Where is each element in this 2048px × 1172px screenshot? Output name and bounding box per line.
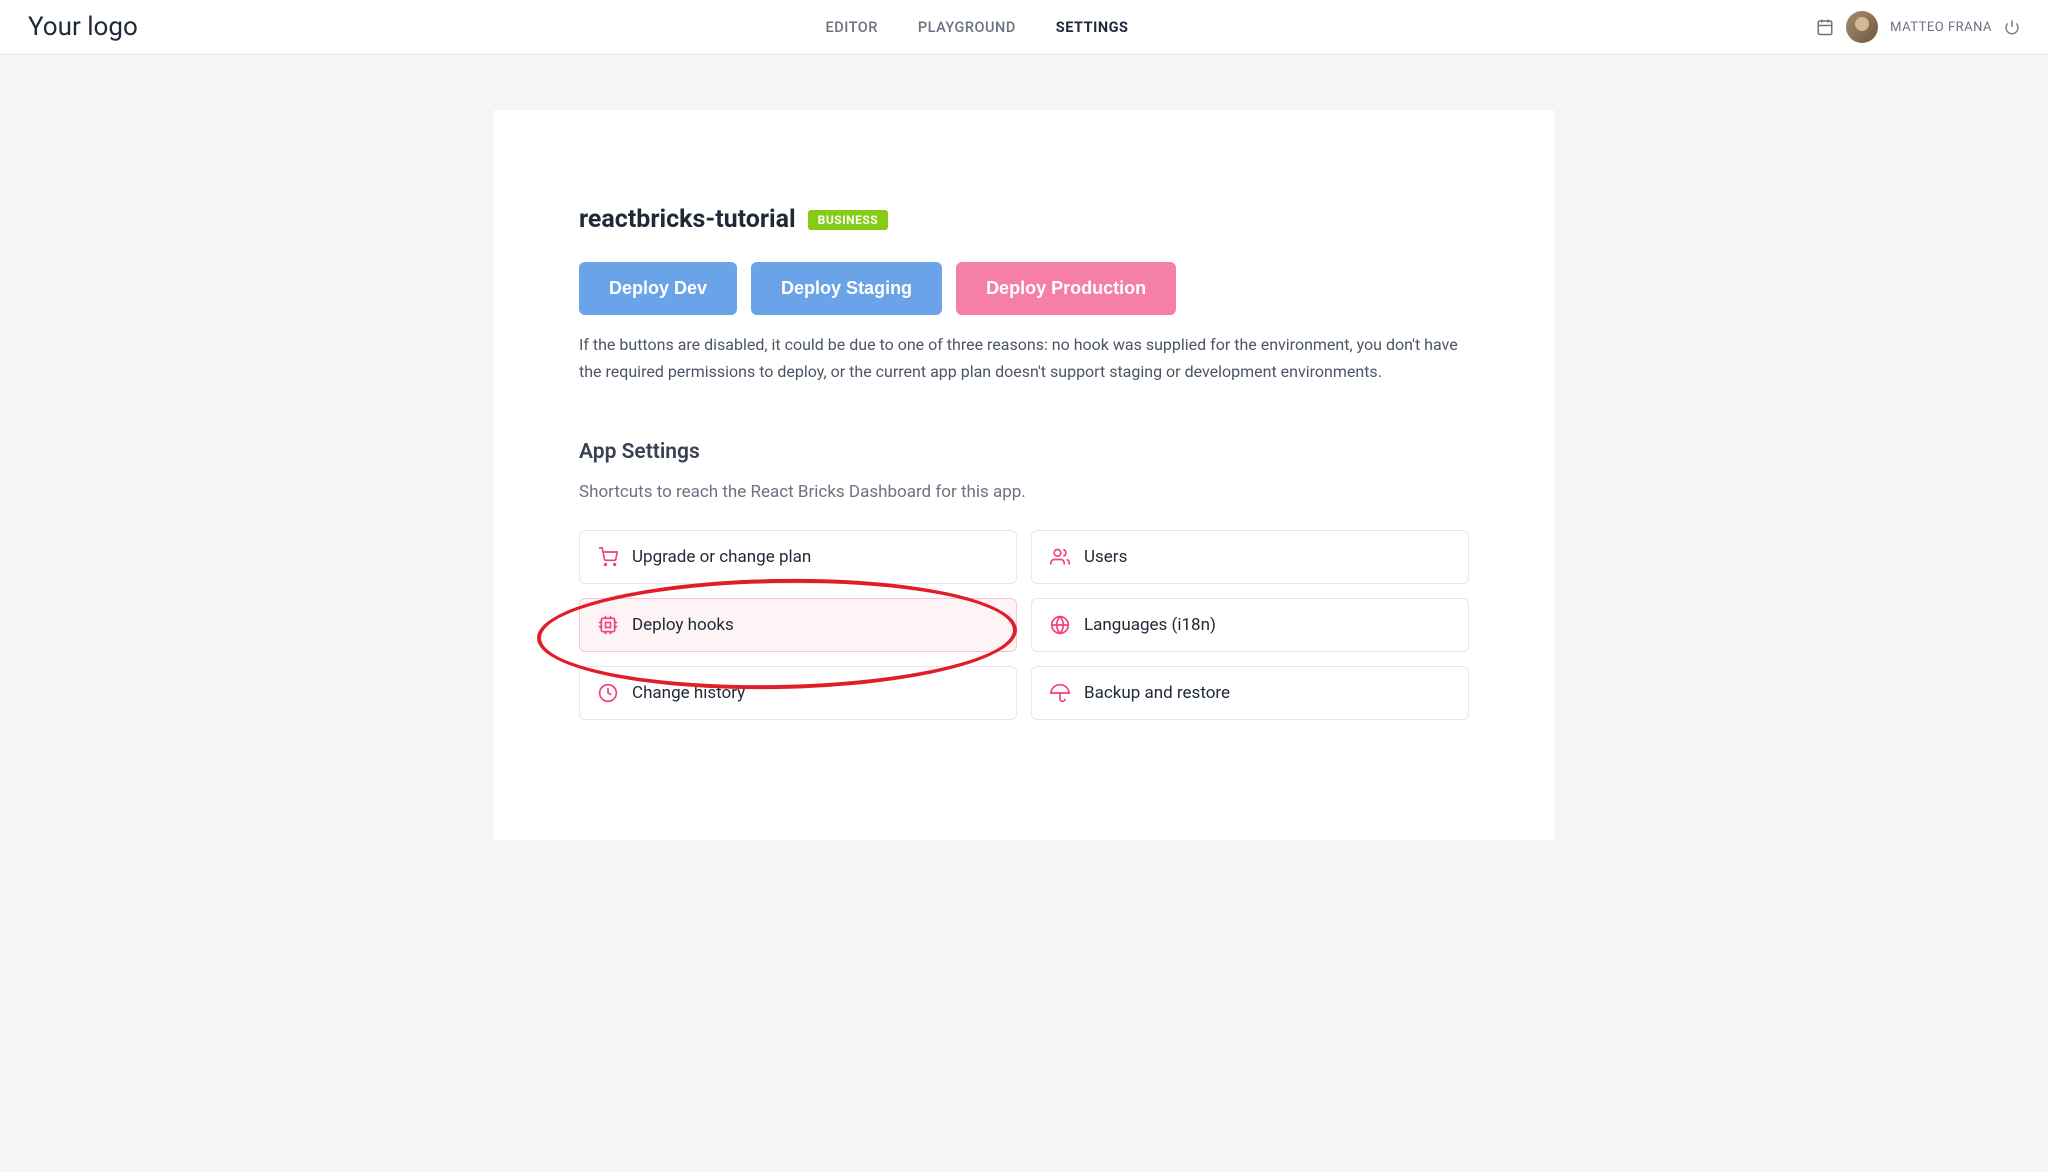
page-title: reactbricks-tutorial [579,205,796,234]
deploy-dev-button[interactable]: Deploy Dev [579,262,737,315]
avatar[interactable] [1846,11,1878,43]
power-icon[interactable] [2004,19,2020,35]
main-nav: EDITOR PLAYGROUND SETTINGS [138,19,1816,36]
users-icon [1050,547,1070,567]
setting-label: Backup and restore [1084,683,1230,703]
setting-languages[interactable]: Languages (i18n) [1031,598,1469,652]
user-name: MATTEO FRANA [1890,20,1992,35]
setting-users[interactable]: Users [1031,530,1469,584]
app-settings-subtitle: Shortcuts to reach the React Bricks Dash… [579,482,1469,502]
plan-badge: BUSINESS [808,210,888,230]
settings-container: reactbricks-tutorial BUSINESS Deploy Dev… [494,110,1554,840]
header: Your logo EDITOR PLAYGROUND SETTINGS MAT… [0,0,2048,55]
cpu-icon [598,615,618,635]
umbrella-icon [1050,683,1070,703]
deploy-info-text: If the buttons are disabled, it could be… [579,331,1469,385]
calendar-icon[interactable] [1816,18,1834,36]
cart-icon [598,547,618,567]
setting-deploy-hooks[interactable]: Deploy hooks [579,598,1017,652]
nav-settings[interactable]: SETTINGS [1056,19,1129,36]
setting-label: Languages (i18n) [1084,615,1216,635]
setting-change-history[interactable]: Change history [579,666,1017,720]
nav-editor[interactable]: EDITOR [826,19,878,36]
setting-label: Upgrade or change plan [632,547,811,567]
setting-backup-restore[interactable]: Backup and restore [1031,666,1469,720]
globe-icon [1050,615,1070,635]
deploy-production-button[interactable]: Deploy Production [956,262,1176,315]
title-row: reactbricks-tutorial BUSINESS [579,205,1469,234]
settings-grid: Upgrade or change plan Users [579,530,1469,720]
deploy-buttons: Deploy Dev Deploy Staging Deploy Product… [579,262,1469,315]
setting-label: Change history [632,683,745,703]
user-area: MATTEO FRANA [1816,11,2020,43]
logo: Your logo [28,12,138,42]
setting-upgrade-plan[interactable]: Upgrade or change plan [579,530,1017,584]
deploy-staging-button[interactable]: Deploy Staging [751,262,942,315]
clock-icon [598,683,618,703]
nav-playground[interactable]: PLAYGROUND [918,19,1016,36]
setting-label: Users [1084,547,1127,567]
app-settings-title: App Settings [579,440,1469,464]
setting-label: Deploy hooks [632,615,734,635]
